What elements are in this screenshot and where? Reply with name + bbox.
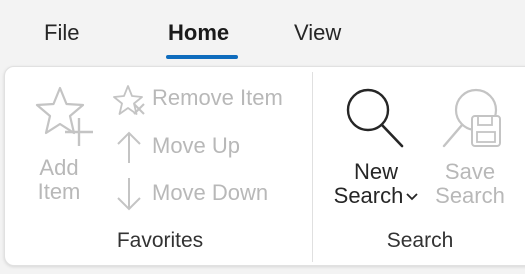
search-group-label: Search (386, 229, 454, 252)
arrow-down-icon (117, 178, 141, 211)
remove-item-button[interactable]: Remove Item (110, 82, 300, 116)
add-item-label-line1: Add (39, 155, 79, 180)
add-item-label: Add Item (26, 156, 92, 204)
save-search-label-line1: Save (444, 159, 496, 184)
save-search-label: Save Search (428, 160, 512, 208)
new-search-label-line2: Search (326, 184, 426, 208)
arrow-up-icon (117, 131, 141, 163)
favorites-group-label: Favorites (116, 229, 204, 252)
move-up-button[interactable]: Move Up (110, 128, 270, 166)
star-plus-icon (35, 86, 93, 146)
group-divider (312, 72, 313, 262)
chevron-down-icon (406, 193, 418, 201)
tab-file[interactable]: File (44, 18, 79, 48)
ribbon-tabs: File Home View (0, 0, 525, 62)
star-remove-icon (113, 85, 145, 115)
tab-home[interactable]: Home (168, 18, 229, 48)
add-item-button[interactable]: Add Item (26, 84, 96, 212)
search-save-icon (442, 88, 501, 148)
new-search-label-line2-text: Search (333, 183, 404, 208)
active-tab-indicator (166, 55, 238, 59)
move-up-label: Move Up (152, 133, 241, 158)
move-down-label: Move Down (152, 180, 269, 205)
new-search-label: New Search (326, 160, 426, 208)
search-icon (346, 88, 404, 148)
new-search-button[interactable]: New Search (326, 84, 426, 214)
save-search-button[interactable]: Save Search (432, 84, 512, 214)
tab-view[interactable]: View (294, 18, 341, 48)
save-search-label-line2: Search (435, 183, 505, 208)
new-search-label-line1: New (353, 159, 398, 184)
remove-item-label: Remove Item (152, 85, 283, 110)
add-item-label-line2: Item (37, 179, 81, 204)
move-down-button[interactable]: Move Down (110, 174, 300, 214)
